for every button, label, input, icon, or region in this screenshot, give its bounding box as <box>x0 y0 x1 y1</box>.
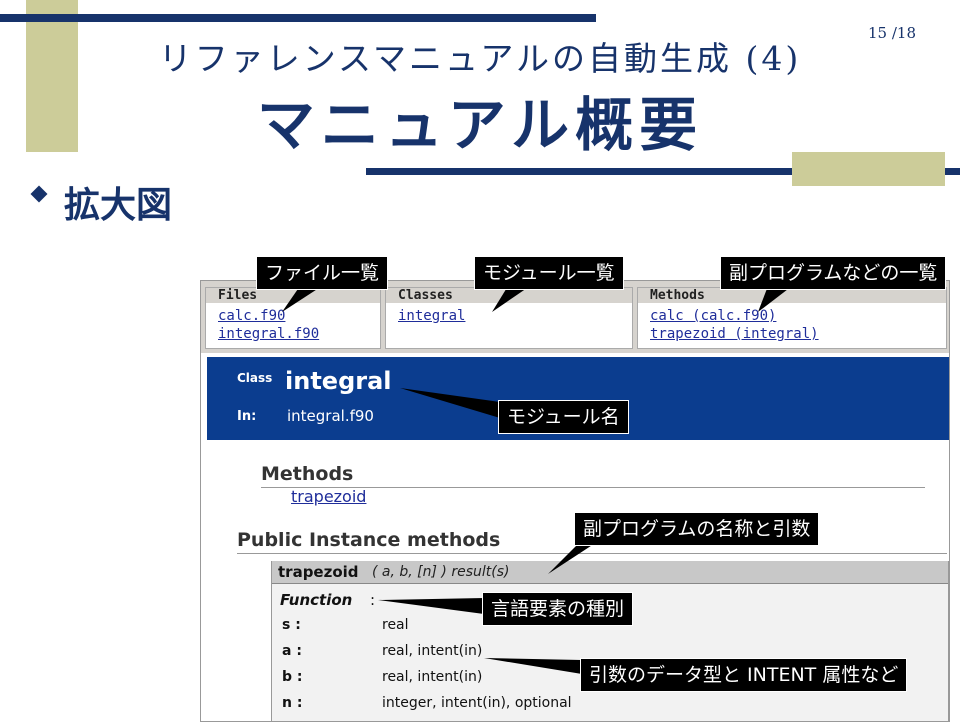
callout-name-args: 副プログラムの名称と引数 <box>574 512 820 546</box>
callout-module-name: モジュール名 <box>498 400 629 434</box>
pointer-element-kind <box>378 598 484 614</box>
callout-pointers <box>282 286 792 674</box>
callout-file-list: ファイル一覧 <box>256 256 389 290</box>
callout-element-kind: 言語要素の種別 <box>482 592 634 626</box>
pointer-datatype <box>484 658 582 674</box>
pointer-module-name <box>400 388 500 418</box>
callout-subprogram-list: 副プログラムなどの一覧 <box>720 256 947 290</box>
callout-datatype-intent: 引数のデータ型と INTENT 属性など <box>580 658 908 692</box>
callout-module-list: モジュール一覧 <box>474 256 624 290</box>
